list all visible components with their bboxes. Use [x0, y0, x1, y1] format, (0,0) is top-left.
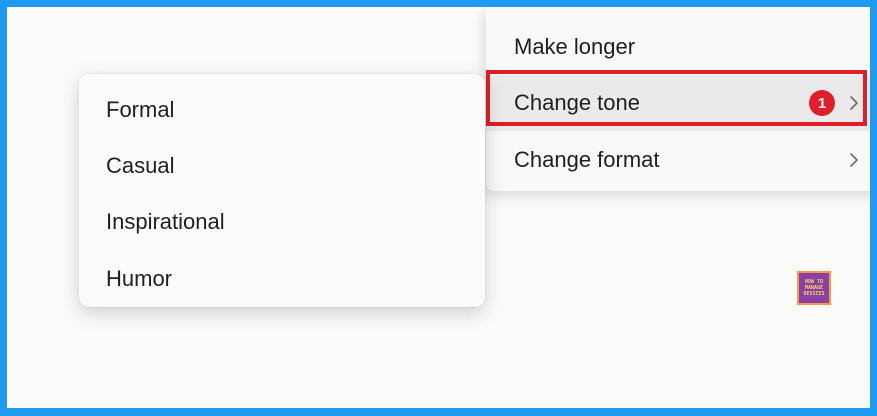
menu-item-label: Make longer [514, 34, 636, 59]
submenu-item-casual[interactable]: Casual [106, 153, 174, 179]
submenu-item-inspirational[interactable]: Inspirational [106, 209, 225, 235]
menu-item-label: Change tone [514, 90, 640, 115]
tone-submenu: Formal Casual Inspirational Humor [79, 74, 485, 307]
logo-text: DEVICES [803, 291, 825, 297]
screenshot-frame: Make longer Change tone Change format 1 … [7, 7, 870, 408]
menu-item-label: Change format [514, 147, 660, 172]
watermark-logo: HOW TO MANAGE DEVICES [797, 271, 831, 305]
chevron-right-icon [847, 93, 861, 113]
submenu-item-formal[interactable]: Formal [106, 97, 174, 123]
step-badge: 1 [809, 90, 835, 116]
submenu-item-humor[interactable]: Humor [106, 266, 172, 292]
context-menu: Make longer Change tone Change format 1 [486, 7, 870, 191]
menu-item-make-longer[interactable]: Make longer [486, 19, 870, 75]
chevron-right-icon [847, 150, 861, 170]
menu-item-change-format[interactable]: Change format [486, 132, 870, 188]
